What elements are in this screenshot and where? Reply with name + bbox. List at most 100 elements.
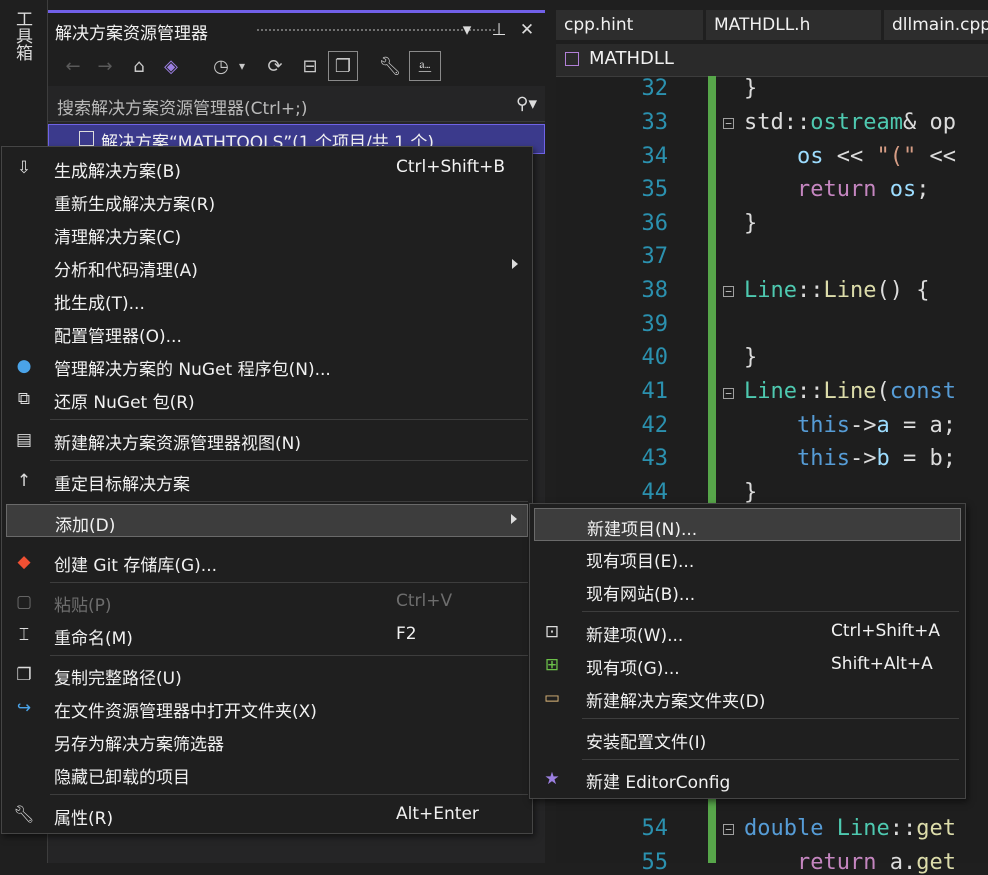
properties-wrench-icon[interactable]: 🔧︎ xyxy=(375,51,405,81)
menu-item-rebuild-solution[interactable]: 重新生成解决方案(R) xyxy=(6,184,528,217)
menu-item-rename[interactable]: ⌶ 重命名(M) F2 xyxy=(6,618,528,651)
menu-item-label: 另存为解决方案筛选器 xyxy=(54,735,224,755)
window-options-icon[interactable]: ▾ xyxy=(456,19,478,41)
open-folder-icon: ↪ xyxy=(16,698,32,718)
menu-item-open-in-explorer[interactable]: ↪ 在文件资源管理器中打开文件夹(X) xyxy=(6,691,528,724)
menu-separator xyxy=(582,718,959,719)
menu-item-configuration-manager[interactable]: 配置管理器(O)... xyxy=(6,316,528,349)
pin-icon[interactable]: ⊥ xyxy=(488,19,510,41)
collapse-all-icon[interactable]: ⊟ xyxy=(295,51,325,81)
menu-item-clean-solution[interactable]: 清理解决方案(C) xyxy=(6,217,528,250)
menu-item-label: 属性(R) xyxy=(54,809,114,829)
build-icon: ⇩ xyxy=(16,158,32,178)
menu-item-label: 重新生成解决方案(R) xyxy=(54,195,216,215)
close-icon[interactable]: ✕ xyxy=(516,19,538,41)
solution-icon xyxy=(79,131,94,146)
menu-item-existing-website[interactable]: 现有网站(B)... xyxy=(534,574,961,607)
code-line[interactable]: double Line::get xyxy=(744,816,956,841)
menu-item-new-explorer-view[interactable]: ▤ 新建解决方案资源管理器视图(N) xyxy=(6,423,528,456)
menu-item-label: 重命名(M) xyxy=(54,629,133,649)
line-number: 41 xyxy=(641,379,669,404)
code-line[interactable]: } xyxy=(744,480,757,505)
chevron-down-icon[interactable]: ▾ xyxy=(234,51,250,81)
menu-item-label: 复制完整路径(U) xyxy=(54,669,182,689)
toolbox-label[interactable]: 工具箱 xyxy=(12,10,32,61)
menu-item-batch-build[interactable]: 批生成(T)... xyxy=(6,283,528,316)
code-line[interactable]: return os; xyxy=(744,177,929,202)
fold-toggle[interactable]: − xyxy=(723,388,734,399)
menu-item-install-config[interactable]: 安装配置文件(I) xyxy=(534,722,961,755)
git-icon: ◆ xyxy=(17,552,31,572)
menu-item-save-as-filter[interactable]: 另存为解决方案筛选器 xyxy=(6,724,528,757)
navigation-bar[interactable]: MATHDLL xyxy=(556,44,988,77)
code-line[interactable]: std::ostream& op xyxy=(744,110,956,135)
menu-item-shortcut: Alt+Enter xyxy=(396,804,479,824)
line-number: 34 xyxy=(641,144,669,169)
menu-item-label: 生成解决方案(B) xyxy=(54,162,181,182)
search-placeholder: 搜索解决方案资源管理器(Ctrl+;) xyxy=(57,99,308,119)
solution-folder-icon: ▭ xyxy=(543,688,561,708)
line-number: 54 xyxy=(641,816,669,841)
menu-item-build-solution[interactable]: ⇩ 生成解决方案(B) Ctrl+Shift+B xyxy=(6,151,528,184)
search-box[interactable]: 搜索解决方案资源管理器(Ctrl+;) ⚲▾ xyxy=(48,88,545,122)
menu-separator xyxy=(50,794,528,795)
menu-item-new-editorconfig[interactable]: ★ 新建 EditorConfig xyxy=(534,762,961,795)
menu-item-analyze[interactable]: 分析和代码清理(A) xyxy=(6,250,528,283)
code-line[interactable]: Line::Line() { xyxy=(744,278,929,303)
copy-icon: ❐ xyxy=(16,665,32,685)
menu-item-create-git-repo[interactable]: ◆ 创建 Git 存储库(G)... xyxy=(6,545,528,578)
line-number: 33 xyxy=(641,110,669,135)
code-line[interactable]: } xyxy=(744,211,757,236)
tab-dllmain-cpp[interactable]: dllmain.cpp xyxy=(884,10,988,40)
forward-icon[interactable]: → xyxy=(90,51,120,81)
fold-toggle[interactable]: − xyxy=(723,118,734,129)
menu-item-existing-project[interactable]: 现有项目(E)... xyxy=(534,541,961,574)
code-line[interactable]: this->a = a; xyxy=(744,413,956,438)
menu-item-properties[interactable]: 🔧︎ 属性(R) Alt+Enter xyxy=(6,798,528,831)
menu-item-restore-nuget[interactable]: ⧉ 还原 NuGet 包(R) xyxy=(6,382,528,415)
show-all-files-icon[interactable]: ❐ xyxy=(328,51,358,81)
switch-views-icon[interactable]: ◈ xyxy=(156,51,186,81)
menu-item-paste[interactable]: ▢ 粘贴(P) Ctrl+V xyxy=(6,585,528,618)
code-line[interactable]: } xyxy=(744,76,757,101)
code-line[interactable]: Line::Line(const xyxy=(744,379,956,404)
preview-selected-icon[interactable]: ⎁ xyxy=(409,51,441,81)
menu-item-retarget[interactable]: ↑ 重定目标解决方案 xyxy=(6,464,528,497)
sync-icon[interactable]: ⟳ xyxy=(260,51,290,81)
fold-toggle[interactable]: − xyxy=(723,286,734,297)
tab-mathdll-h[interactable]: MATHDLL.h xyxy=(706,10,882,40)
menu-item-label: 在文件资源管理器中打开文件夹(X) xyxy=(54,702,317,722)
menu-item-label: 管理解决方案的 NuGet 程序包(N)... xyxy=(54,360,331,380)
back-icon[interactable]: ← xyxy=(58,51,88,81)
add-submenu: 新建项目(N)... 现有项目(E)... 现有网站(B)... ⊡ 新建项(W… xyxy=(529,503,966,799)
code-line[interactable]: os << "(" << xyxy=(744,144,956,169)
menu-separator xyxy=(50,655,528,656)
menu-item-label: 现有项目(E)... xyxy=(586,552,695,572)
solution-explorer-toolbar: ← → ⌂ ◈ ◷ ▾ ⟳ ⊟ ❐ 🔧︎ ⎁ xyxy=(48,46,545,86)
menu-item-new-project[interactable]: 新建项目(N)... xyxy=(534,508,961,541)
menu-item-manage-nuget[interactable]: ● 管理解决方案的 NuGet 程序包(N)... xyxy=(6,349,528,382)
code-line[interactable]: } xyxy=(744,345,757,370)
line-number: 43 xyxy=(641,446,669,471)
menu-item-add[interactable]: 添加(D) xyxy=(6,504,528,537)
pending-changes-filter-icon[interactable]: ◷ xyxy=(206,51,236,81)
line-number: 36 xyxy=(641,211,669,236)
menu-separator xyxy=(582,611,959,612)
submenu-arrow-icon xyxy=(512,259,518,269)
editor-tabs: cpp.hint MATHDLL.h dllmain.cpp xyxy=(556,10,988,40)
home-icon[interactable]: ⌂ xyxy=(124,51,154,81)
menu-item-shortcut: Ctrl+Shift+A xyxy=(831,621,941,641)
fold-toggle[interactable]: − xyxy=(723,824,734,835)
project-dropdown[interactable]: MATHDLL xyxy=(589,48,674,69)
menu-item-new-solution-folder[interactable]: ▭ 新建解决方案文件夹(D) xyxy=(534,681,961,714)
search-icon[interactable]: ⚲▾ xyxy=(516,94,537,114)
menu-item-hide-unloaded[interactable]: 隐藏已卸载的项目 xyxy=(6,757,528,790)
menu-item-copy-full-path[interactable]: ❐ 复制完整路径(U) xyxy=(6,658,528,691)
menu-separator xyxy=(50,419,528,420)
menu-item-existing-item[interactable]: ⊞ 现有项(G)... Shift+Alt+A xyxy=(534,648,961,681)
menu-item-new-item[interactable]: ⊡ 新建项(W)... Ctrl+Shift+A xyxy=(534,615,961,648)
rename-icon: ⌶ xyxy=(18,625,30,645)
tab-cpp-hint[interactable]: cpp.hint xyxy=(556,10,704,40)
code-line[interactable]: this->b = b; xyxy=(744,446,956,471)
menu-separator xyxy=(50,582,528,583)
